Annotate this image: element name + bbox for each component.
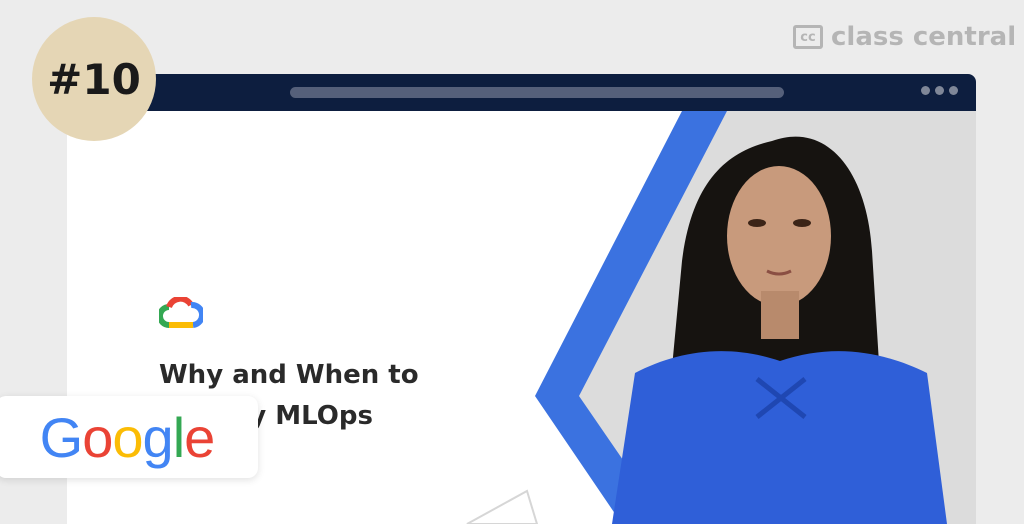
google-letter: o	[112, 405, 143, 469]
slide-title-line-1: Why and When to	[159, 360, 419, 390]
window-dot	[921, 86, 930, 95]
address-bar[interactable]	[290, 87, 784, 98]
google-cloud-icon	[159, 297, 203, 328]
google-letter: g	[142, 405, 174, 469]
outline-shape	[466, 489, 539, 524]
google-letter: G	[39, 405, 84, 469]
class-central-wordmark: class central	[831, 22, 1017, 52]
browser-titlebar	[67, 74, 976, 111]
google-logo-card: G o o g l e	[0, 396, 258, 478]
google-letter: e	[184, 405, 215, 469]
google-letter: o	[82, 405, 113, 469]
rank-badge: #10	[32, 17, 156, 141]
google-letter: l	[172, 405, 185, 469]
window-dots-icon[interactable]	[921, 86, 958, 95]
class-central-logo-icon: cc	[793, 25, 823, 49]
class-central-logo: cc class central	[793, 22, 1016, 52]
window-dot	[935, 86, 944, 95]
window-dot	[949, 86, 958, 95]
